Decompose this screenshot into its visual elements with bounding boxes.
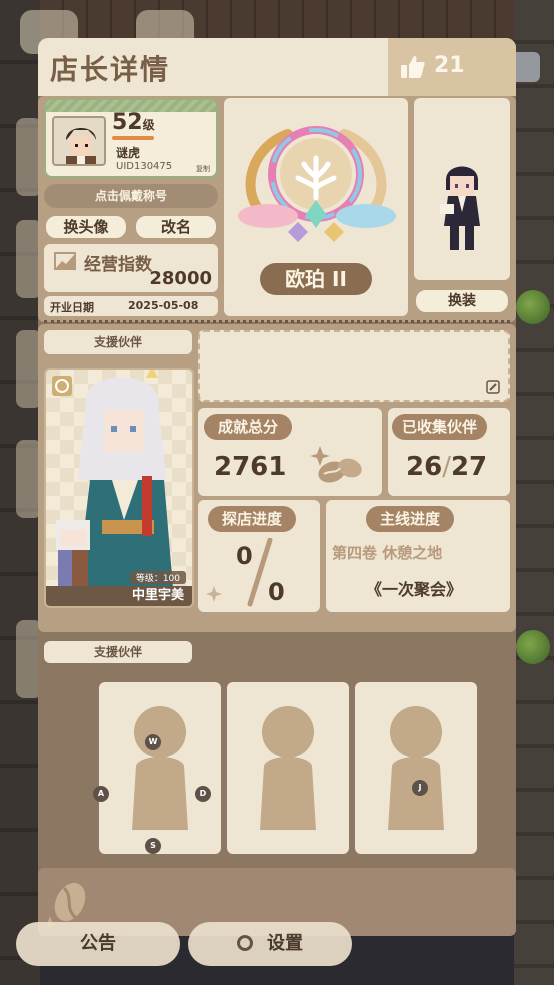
level-progress-bar bbox=[112, 136, 154, 140]
copy-uid-button[interactable]: 复制 bbox=[196, 164, 210, 174]
change-avatar-button[interactable]: 换头像 bbox=[44, 214, 128, 240]
open-date-value: 2025-05-08 bbox=[128, 299, 199, 312]
support-slot-2[interactable] bbox=[227, 682, 349, 854]
change-outfit-button[interactable]: 换装 bbox=[414, 288, 510, 314]
player-name: 谜虎 bbox=[116, 146, 141, 160]
panel-header: 店长详情 21 bbox=[38, 38, 516, 96]
top-wall bbox=[40, 0, 514, 40]
rank-card[interactable]: 欧珀 II bbox=[224, 98, 408, 316]
support-slot-1[interactable]: W A S D bbox=[93, 682, 221, 854]
chart-icon bbox=[54, 252, 76, 270]
notice-label: 公告 bbox=[80, 933, 116, 954]
thumbs-up-icon bbox=[401, 56, 425, 78]
ticket-divider bbox=[44, 320, 510, 323]
empty-partner-silhouette bbox=[260, 706, 316, 830]
empty-partner-silhouette bbox=[388, 706, 444, 830]
business-index-card: 经营指数 28000 bbox=[44, 244, 218, 292]
open-date-card: 开业日期 2025-05-08 bbox=[44, 296, 218, 316]
signature-message-box[interactable] bbox=[198, 330, 510, 402]
rename-button[interactable]: 改名 bbox=[134, 214, 218, 240]
hotkey-s: S bbox=[145, 838, 161, 854]
achievement-label: 成就总分 bbox=[204, 414, 293, 440]
explore-total: 0 bbox=[268, 578, 285, 606]
right-wall bbox=[514, 0, 554, 985]
settings-button[interactable]: 设置 bbox=[188, 922, 352, 966]
hotkey-j: J bbox=[412, 780, 428, 796]
page-title: 店长详情 bbox=[50, 53, 171, 86]
open-date-label: 开业日期 bbox=[50, 301, 94, 314]
rank-name: 欧珀 II bbox=[260, 263, 372, 295]
achievement-card[interactable]: 成就总分 2761 bbox=[198, 408, 382, 496]
shopkeeper-detail-panel: 店长详情 21 52级 谜虎 UID130475 复制 点击佩戴称号 换头像 改… bbox=[38, 38, 516, 936]
explore-progress-card[interactable]: 探店进度 0 0 bbox=[198, 500, 320, 612]
equip-title-button[interactable]: 点击佩戴称号 bbox=[44, 184, 218, 208]
hotkey-a: A bbox=[93, 786, 109, 802]
support-partner-slots-tab[interactable]: 支援伙伴 bbox=[44, 641, 192, 663]
main-story-chapter: 第四卷 休憩之地 bbox=[332, 544, 443, 562]
main-story-card[interactable]: 主线进度 第四卷 休憩之地 《一次聚会》 bbox=[326, 500, 510, 612]
opal-rank-emblem bbox=[238, 126, 396, 242]
support-partner-portrait[interactable]: 等级：100 中里宇美 bbox=[44, 368, 194, 608]
hotkey-d: D bbox=[195, 786, 211, 802]
notice-button[interactable]: 公告 bbox=[16, 922, 180, 966]
hotkey-w: W bbox=[145, 734, 161, 750]
plant-icon bbox=[516, 290, 550, 324]
coffee-bean-icon bbox=[310, 446, 362, 483]
sparkle-icon bbox=[206, 586, 222, 602]
element-icon bbox=[52, 376, 72, 396]
explore-label: 探店进度 bbox=[208, 506, 297, 532]
like-count: 21 bbox=[434, 53, 465, 78]
profile-card: 52级 谜虎 UID130475 复制 bbox=[44, 98, 218, 178]
avatar[interactable] bbox=[52, 116, 106, 166]
support-slot-3[interactable]: J bbox=[355, 682, 477, 854]
like-button[interactable]: 21 bbox=[388, 38, 516, 96]
avatar-portrait bbox=[66, 128, 96, 164]
player-uid: UID130475 bbox=[116, 161, 173, 172]
achievement-value: 2761 bbox=[214, 452, 287, 482]
character-sprite bbox=[440, 166, 480, 250]
main-story-label: 主线进度 bbox=[366, 506, 455, 532]
collected-label: 已收集伙伴 bbox=[392, 414, 488, 440]
support-partner-tab[interactable]: 支援伙伴 bbox=[44, 330, 192, 354]
partner-level: 等级：100 bbox=[129, 571, 186, 584]
gear-icon bbox=[237, 935, 253, 951]
empty-partner-silhouette bbox=[132, 706, 188, 830]
edit-icon[interactable] bbox=[486, 380, 500, 394]
business-index-value: 28000 bbox=[149, 268, 212, 289]
player-level: 52级 bbox=[112, 110, 155, 135]
collected-count: 26/27 bbox=[406, 452, 488, 482]
main-story-episode: 《一次聚会》 bbox=[366, 580, 463, 599]
business-index-label: 经营指数 bbox=[84, 255, 152, 275]
character-preview-card[interactable] bbox=[414, 98, 510, 280]
settings-label: 设置 bbox=[267, 933, 303, 954]
collected-partners-card[interactable]: 已收集伙伴 26/27 bbox=[388, 408, 510, 496]
partner-name: 中里宇美 bbox=[46, 586, 192, 606]
plant-icon bbox=[516, 630, 550, 664]
